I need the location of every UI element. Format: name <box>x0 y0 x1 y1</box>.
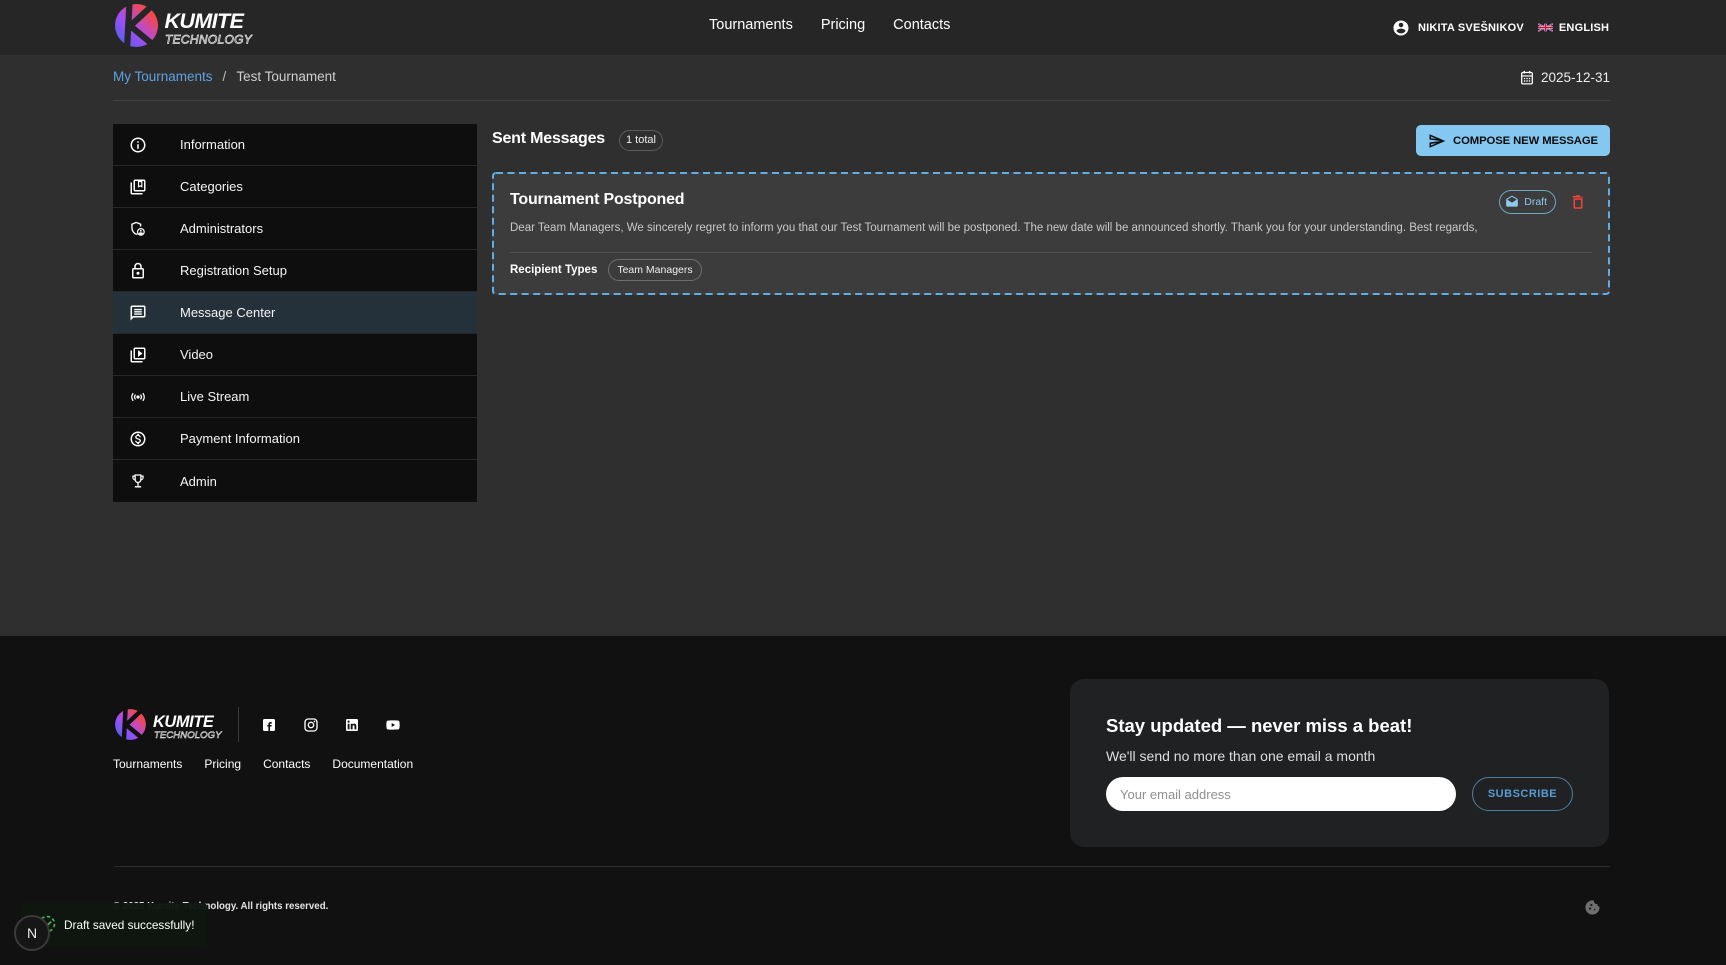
svg-text:KUMITE: KUMITE <box>165 9 245 33</box>
svg-text:TECHNOLOGY: TECHNOLOGY <box>165 33 253 47</box>
svg-text:TECHNOLOGY: TECHNOLOGY <box>154 730 222 741</box>
svg-text:KUMITE: KUMITE <box>153 713 215 731</box>
